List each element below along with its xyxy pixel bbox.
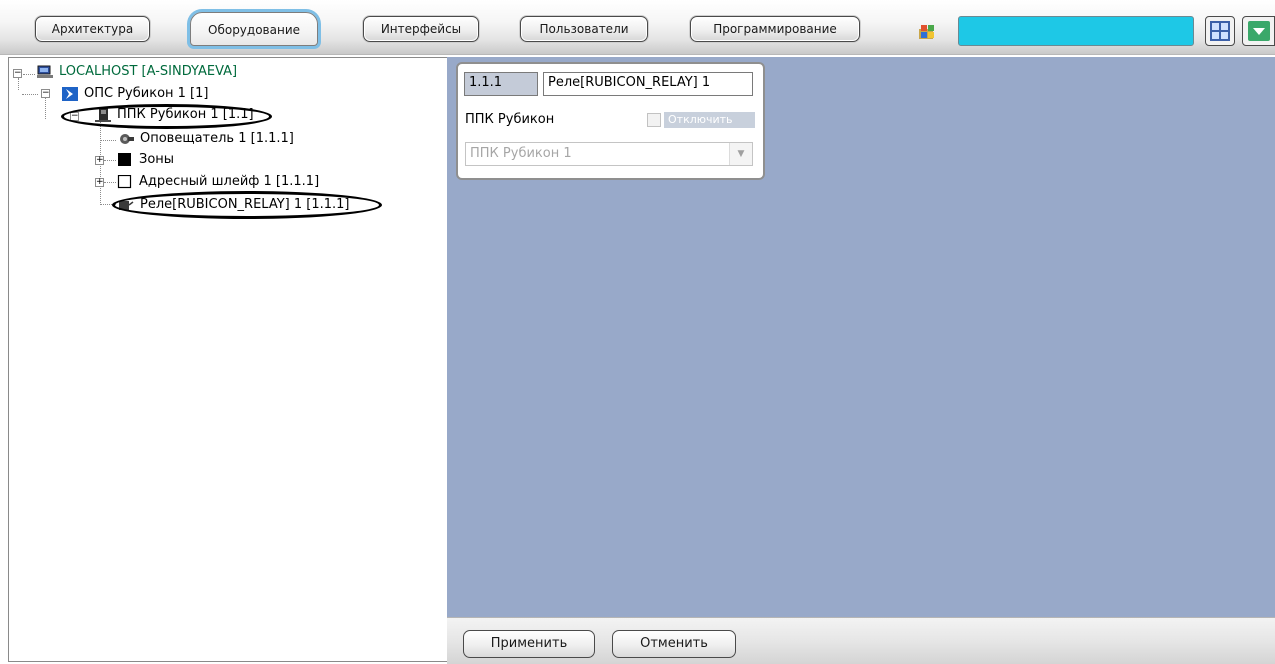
tab-users[interactable]: Пользователи: [520, 16, 648, 42]
tree-node-label: Адресный шлейф 1 [1.1.1]: [139, 174, 320, 189]
highlight-ellipse: [61, 104, 272, 129]
loop-icon: [117, 175, 132, 189]
tree-node-label: LOCALHOST [A-SINDYAEVA]: [59, 64, 238, 79]
id-field[interactable]: 1.1.1: [464, 72, 538, 96]
tree-guide-line: [104, 160, 116, 161]
tab-programming[interactable]: Программирование: [690, 16, 860, 42]
tree-node-label: ОПС Рубикон 1 [1]: [84, 86, 209, 101]
tree-guide-line: [100, 140, 116, 141]
zone-icon: [118, 153, 131, 166]
parent-label: ППК Рубикон: [465, 112, 555, 127]
expand-toggle[interactable]: +: [95, 178, 104, 187]
tree-guide-line: [23, 74, 35, 75]
chevron-down-icon: ▼: [729, 143, 752, 165]
tab-equipment[interactable]: Оборудование: [190, 12, 318, 46]
disable-checkbox[interactable]: [647, 113, 661, 127]
apply-button[interactable]: Применить: [463, 630, 595, 658]
grid-view-icon: [1210, 21, 1230, 41]
tab-interfaces[interactable]: Интерфейсы: [363, 16, 479, 42]
top-tab-bar: Архитектура Оборудование Интерфейсы Поль…: [0, 0, 1275, 55]
dropdown-button[interactable]: [1242, 16, 1275, 46]
parent-select[interactable]: ППК Рубикон 1 ▼: [465, 142, 753, 166]
cancel-button[interactable]: Отменить: [612, 630, 736, 658]
highlight-ellipse: [112, 191, 382, 219]
chevron-down-icon: [1248, 21, 1270, 41]
name-field[interactable]: Реле[RUBICON_RELAY] 1: [543, 72, 753, 96]
tree-node-label: Оповещатель 1 [1.1.1]: [140, 131, 294, 146]
expand-toggle[interactable]: +: [95, 156, 104, 165]
tree-guide-line: [18, 78, 19, 90]
computer-icon: [37, 65, 53, 78]
tab-architecture[interactable]: Архитектура: [35, 16, 150, 42]
rubicon-logo-icon: [62, 87, 78, 101]
siren-icon: [120, 134, 134, 144]
tree-guide-line: [104, 182, 116, 183]
collapse-toggle[interactable]: −: [41, 89, 50, 98]
collapse-toggle[interactable]: −: [13, 69, 22, 78]
search-input[interactable]: [958, 16, 1194, 46]
windows-flag-icon[interactable]: [917, 23, 939, 41]
tree-guide-line: [22, 94, 38, 95]
tree-guide-line: [45, 97, 46, 119]
parent-select-value: ППК Рубикон 1: [470, 146, 572, 161]
disable-label: Отключить: [664, 112, 755, 128]
tree-node-label: Зоны: [139, 152, 175, 167]
grid-view-button[interactable]: [1205, 16, 1235, 46]
